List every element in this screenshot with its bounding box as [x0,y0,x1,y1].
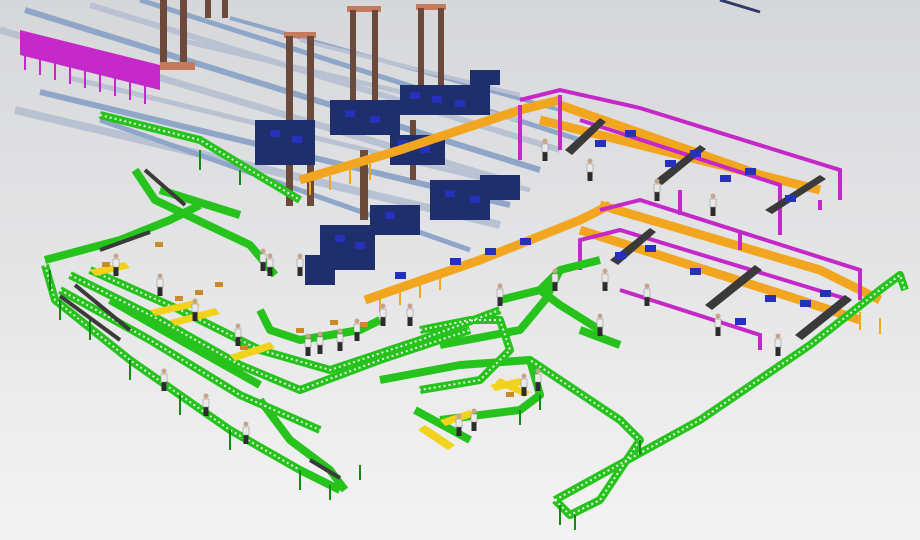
worker-figure [520,373,528,396]
worker-figure [470,408,478,431]
worker-figure [316,331,324,354]
worker-figure [496,283,504,306]
worker-figure [353,318,361,341]
worker-figure [242,421,250,444]
worker-figure [160,368,168,391]
worker-figure [202,393,210,416]
worker-figure [455,413,463,436]
worker-figure [379,303,387,326]
worker-figure [541,138,549,161]
worker-figure [234,323,242,346]
worker-figure [112,253,120,276]
worker-figure [406,303,414,326]
worker-figure [643,283,651,306]
worker-figure [601,268,609,291]
worker-figure [596,313,604,336]
scene-canvas [0,0,920,540]
worker-figure [191,298,199,321]
worker-figure [266,253,274,276]
worker-figure [709,193,717,216]
worker-figure [534,368,542,391]
worker-figure [259,248,267,271]
worker-figure [156,273,164,296]
worker-figure [304,333,312,356]
worker-figure [551,268,559,291]
worker-figure [336,328,344,351]
warehouse-conveyor-scene [0,0,920,540]
worker-figure [296,253,304,276]
worker-figure [714,313,722,336]
worker-figure [774,333,782,356]
worker-figure [586,158,594,181]
worker-figure [653,178,661,201]
